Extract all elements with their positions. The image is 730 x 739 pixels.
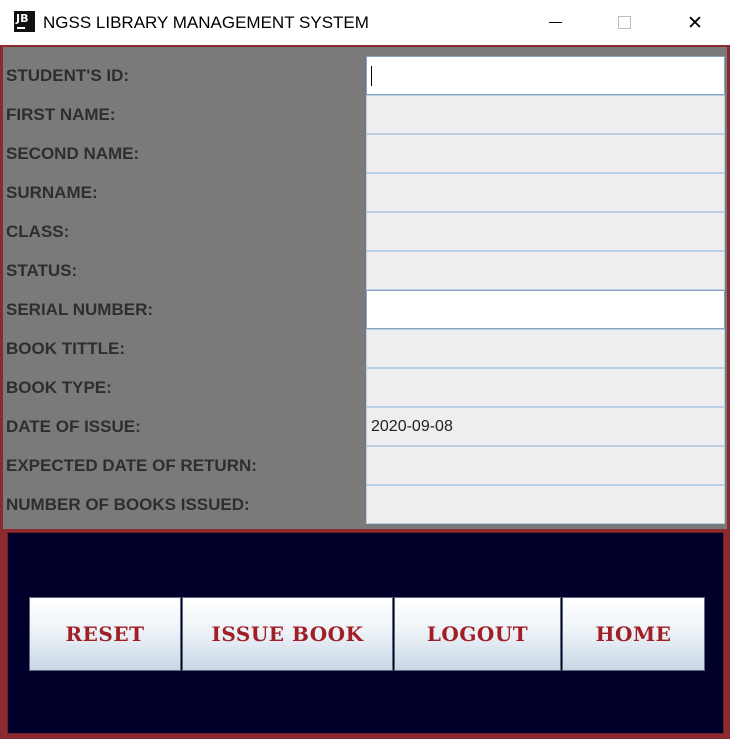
form-row-class: CLASS: — [3, 212, 727, 251]
form-row-second-name: SECOND NAME: — [3, 134, 727, 173]
maximize-icon — [617, 16, 631, 29]
books-issued-field[interactable] — [366, 485, 725, 524]
surname-label: SURNAME: — [6, 183, 98, 202]
book-title-label: BOOK TITTLE: — [6, 339, 125, 358]
book-type-label: BOOK TYPE: — [6, 378, 112, 397]
issue-book-button[interactable]: ISSUE BOOK — [182, 597, 393, 671]
book-type-field[interactable] — [366, 368, 725, 407]
reset-button[interactable]: RESET — [29, 597, 181, 671]
class-field[interactable] — [366, 212, 725, 251]
form-row-books-issued: NUMBER OF BOOKS ISSUED: — [3, 485, 727, 524]
close-icon: ✕ — [687, 11, 703, 34]
book-title-field[interactable] — [366, 329, 725, 368]
text-caret — [371, 66, 372, 86]
first-name-field[interactable] — [366, 95, 725, 134]
app-logo-text: JB — [16, 12, 29, 25]
status-field[interactable] — [366, 251, 725, 290]
books-issued-label: NUMBER OF BOOKS ISSUED: — [6, 495, 250, 514]
serial-number-label: SERIAL NUMBER: — [6, 300, 154, 319]
second-name-label: SECOND NAME: — [6, 144, 140, 163]
home-button[interactable]: HOME — [562, 597, 705, 671]
minimize-button[interactable] — [532, 0, 578, 45]
first-name-label: FIRST NAME: — [6, 105, 116, 124]
action-button-panel: RESET ISSUE BOOK LOGOUT HOME — [7, 532, 724, 734]
surname-field[interactable] — [366, 173, 725, 212]
window-title: NGSS LIBRARY MANAGEMENT SYSTEM — [43, 13, 369, 32]
status-label: STATUS: — [6, 261, 78, 280]
form-row-book-type: BOOK TYPE: — [3, 368, 727, 407]
date-of-issue-label: DATE OF ISSUE: — [6, 417, 141, 436]
form-row-surname: SURNAME: — [3, 173, 727, 212]
expected-return-label: EXPECTED DATE OF RETURN: — [6, 456, 257, 475]
minimize-icon — [548, 22, 562, 23]
logout-button[interactable]: LOGOUT — [394, 597, 561, 671]
title-bar: JB NGSS LIBRARY MANAGEMENT SYSTEM ✕ — [0, 0, 730, 45]
maximize-button[interactable] — [601, 0, 647, 45]
form-row-date-of-issue: DATE OF ISSUE: 2020-09-08 — [3, 407, 727, 446]
expected-return-field[interactable] — [366, 446, 725, 485]
student-id-field[interactable] — [366, 56, 725, 95]
form-row-status: STATUS: — [3, 251, 727, 290]
date-of-issue-field[interactable]: 2020-09-08 — [366, 407, 725, 446]
form-row-expected-return: EXPECTED DATE OF RETURN: — [3, 446, 727, 485]
app-logo-icon: JB — [14, 11, 35, 32]
serial-number-field[interactable] — [366, 290, 725, 329]
form-row-book-title: BOOK TITTLE: — [3, 329, 727, 368]
second-name-field[interactable] — [366, 134, 725, 173]
window-frame: STUDENT'S ID: FIRST NAME: SECOND NAME: S… — [0, 45, 730, 739]
class-label: CLASS: — [6, 222, 70, 241]
student-id-label: STUDENT'S ID: — [6, 66, 130, 85]
form-row-student-id: STUDENT'S ID: — [3, 56, 727, 95]
student-form-panel: STUDENT'S ID: FIRST NAME: SECOND NAME: S… — [3, 47, 727, 529]
form-row-first-name: FIRST NAME: — [3, 95, 727, 134]
close-button[interactable]: ✕ — [672, 0, 718, 45]
form-row-serial-number: SERIAL NUMBER: — [3, 290, 727, 329]
